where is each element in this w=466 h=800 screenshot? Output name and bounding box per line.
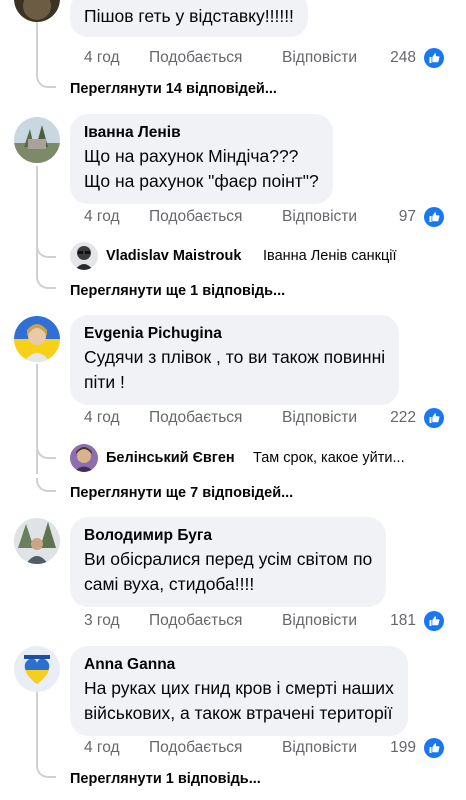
avatar[interactable]: [14, 117, 60, 163]
reply-button[interactable]: Відповісти: [282, 408, 357, 428]
thread-curve: [36, 764, 56, 778]
comment-bubble: Evgenia Pichugina Судячи з плівок , то в…: [70, 315, 400, 405]
comment-text: Ви обісралися перед усім світом по: [84, 549, 373, 569]
comment-text: Пішов геть у відставку!!!!!!: [84, 6, 294, 26]
comment-text: Судячи з плівок , то ви також повинні: [84, 347, 386, 367]
thread-line: [36, 166, 38, 276]
like-button[interactable]: Подобається: [149, 207, 242, 227]
thumbs-up-icon[interactable]: [424, 207, 444, 227]
comment-text: самі вуха, стидоба!!!!: [84, 574, 255, 594]
comment-bubble: Володимир Буга Ви обісралися перед усім …: [70, 517, 387, 607]
like-count[interactable]: 199: [390, 738, 416, 758]
comment-author[interactable]: Володимир Буга: [84, 525, 372, 547]
thread-line: [36, 692, 38, 768]
view-replies-link[interactable]: Переглянути ще 1 відповідь...: [70, 282, 285, 300]
comment-text: Що на рахунок Міндіча???: [84, 146, 299, 166]
thumbs-up-icon[interactable]: [424, 48, 444, 68]
comment-bubble: Anna Ganna На руках цих гнид кров і смер…: [70, 646, 408, 736]
thread-curve: [36, 478, 56, 492]
comment-time[interactable]: 4 год: [84, 738, 120, 758]
comment-time[interactable]: 3 год: [84, 611, 120, 631]
view-replies-link[interactable]: Переглянути 14 відповідей...: [70, 80, 277, 98]
comment-time[interactable]: 4 год: [84, 408, 120, 428]
reply-author[interactable]: Vladislav Maistrouk: [106, 242, 241, 270]
thread-curve: [36, 445, 56, 459]
thumbs-up-icon[interactable]: [424, 408, 444, 428]
comment-text: На руках цих гнид кров і смерті наших: [84, 678, 394, 698]
reply-author[interactable]: Белінський Євген: [106, 444, 235, 472]
avatar[interactable]: [14, 0, 60, 22]
comment-text: піти !: [84, 372, 125, 392]
comment-author[interactable]: Іванна Ленів: [84, 122, 319, 144]
reply-button[interactable]: Відповісти: [282, 611, 357, 631]
comment-text: Що на рахунок "фаєр поінт"?: [84, 171, 319, 191]
reply-button[interactable]: Відповісти: [282, 738, 357, 758]
reply-button[interactable]: Відповісти: [282, 48, 357, 68]
thread-line: [36, 364, 38, 474]
view-replies-link[interactable]: Переглянути ще 7 відповідей...: [70, 484, 293, 502]
comment-time[interactable]: 4 год: [84, 48, 120, 68]
reply-text: Там срок, какое уйти...: [253, 450, 405, 466]
like-count[interactable]: 222: [390, 408, 416, 428]
like-count[interactable]: 248: [390, 48, 416, 68]
comment-time[interactable]: 4 год: [84, 207, 120, 227]
thread-curve: [36, 244, 56, 258]
thumbs-up-icon[interactable]: [424, 611, 444, 631]
comment-bubble: Пішов геть у відставку!!!!!!: [70, 0, 308, 37]
reply-button[interactable]: Відповісти: [282, 207, 357, 227]
comment-author[interactable]: Anna Ganna: [84, 654, 394, 676]
avatar[interactable]: [14, 646, 60, 692]
like-button[interactable]: Подобається: [149, 611, 242, 631]
like-count[interactable]: 97: [399, 207, 416, 227]
comment-meta: 3 год Подобається Відповісти 181: [84, 611, 444, 631]
thread-curve: [36, 275, 56, 289]
comment-meta: 4 год Подобається Відповісти 222: [84, 408, 444, 428]
view-replies-link[interactable]: Переглянути 1 відповідь...: [70, 770, 261, 788]
avatar[interactable]: [14, 518, 60, 564]
avatar[interactable]: [14, 316, 60, 362]
comment-meta: 4 год Подобається Відповісти 248: [84, 48, 444, 68]
comment-author[interactable]: Evgenia Pichugina: [84, 323, 385, 345]
avatar[interactable]: [70, 242, 98, 270]
comment-bubble: Іванна Ленів Що на рахунок Міндіча??? Що…: [70, 114, 333, 204]
thumbs-up-icon[interactable]: [424, 738, 444, 758]
comment-meta: 4 год Подобається Відповісти 97: [84, 207, 444, 227]
like-count[interactable]: 181: [390, 611, 416, 631]
comment-text: військових, а також втрачені території: [84, 703, 393, 723]
like-button[interactable]: Подобається: [149, 48, 242, 68]
reply-text: Іванна Ленів санкції: [263, 248, 397, 264]
like-button[interactable]: Подобається: [149, 408, 242, 428]
comment-meta: 4 год Подобається Відповісти 199: [84, 738, 444, 758]
like-button[interactable]: Подобається: [149, 738, 242, 758]
thread-curve: [36, 74, 56, 88]
avatar[interactable]: [70, 444, 98, 472]
